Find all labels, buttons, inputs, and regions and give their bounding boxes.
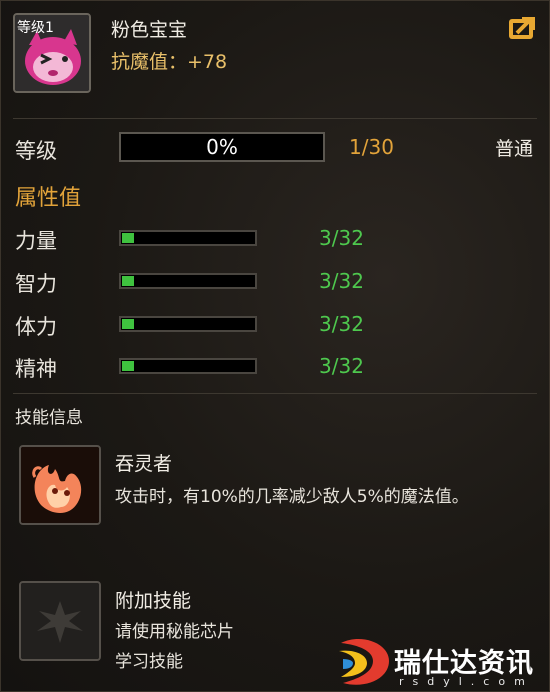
share-icon[interactable] (507, 15, 537, 41)
attributes-heading: 属性值 (15, 186, 82, 211)
attribute-value: 3/32 (319, 269, 364, 293)
attribute-value: 3/32 (319, 312, 364, 336)
divider-top (13, 118, 537, 119)
attribute-bar (119, 358, 257, 374)
extra-skill-line1: 请使用秘能芯片 (115, 622, 234, 642)
main-skill-slot[interactable] (19, 445, 101, 525)
attribute-bar (119, 316, 257, 332)
pet-name: 粉色宝宝 (111, 19, 188, 41)
main-skill-name: 吞灵者 (115, 453, 173, 475)
attribute-bar-fill (122, 319, 134, 329)
attribute-label: 体力 (15, 315, 57, 339)
empty-skill-slot-icon (21, 583, 99, 659)
attribute-value: 3/32 (319, 354, 364, 378)
skills-heading: 技能信息 (15, 408, 83, 428)
main-skill-desc: 攻击时，有10%的几率减少敌人5%的魔法值。 (115, 487, 469, 507)
extra-skill-name: 附加技能 (115, 590, 192, 612)
pet-info-panel: 等级1 粉色宝宝 抗魔值：+78 等级 0% 1/30 普通 属性值 力量 3/3… (0, 0, 550, 692)
watermark-logo-icon (339, 639, 389, 685)
attribute-bar-fill (122, 233, 134, 243)
pet-level-badge: 等级1 (17, 20, 54, 36)
magic-resist-value: 抗魔值：+78 (111, 51, 228, 73)
attribute-label: 力量 (15, 229, 57, 253)
watermark-sub: rsdyl.com (399, 675, 534, 688)
level-value: 1/30 (349, 135, 394, 159)
attribute-label: 智力 (15, 272, 57, 296)
level-label: 等级 (15, 139, 57, 163)
flame-skill-icon (21, 447, 99, 523)
attribute-bar-fill (122, 276, 134, 286)
pet-portrait[interactable]: 等级1 (13, 13, 91, 93)
extra-skill-slot[interactable] (19, 581, 101, 661)
attribute-label: 精神 (15, 357, 57, 381)
divider-mid (13, 393, 537, 394)
attribute-bar-fill (122, 361, 134, 371)
extra-skill-line2: 学习技能 (115, 652, 183, 672)
attribute-value: 3/32 (319, 226, 364, 250)
quality-label: 普通 (495, 138, 534, 160)
attribute-bar (119, 273, 257, 289)
attribute-bar (119, 230, 257, 246)
exp-percent: 0% (206, 135, 238, 159)
